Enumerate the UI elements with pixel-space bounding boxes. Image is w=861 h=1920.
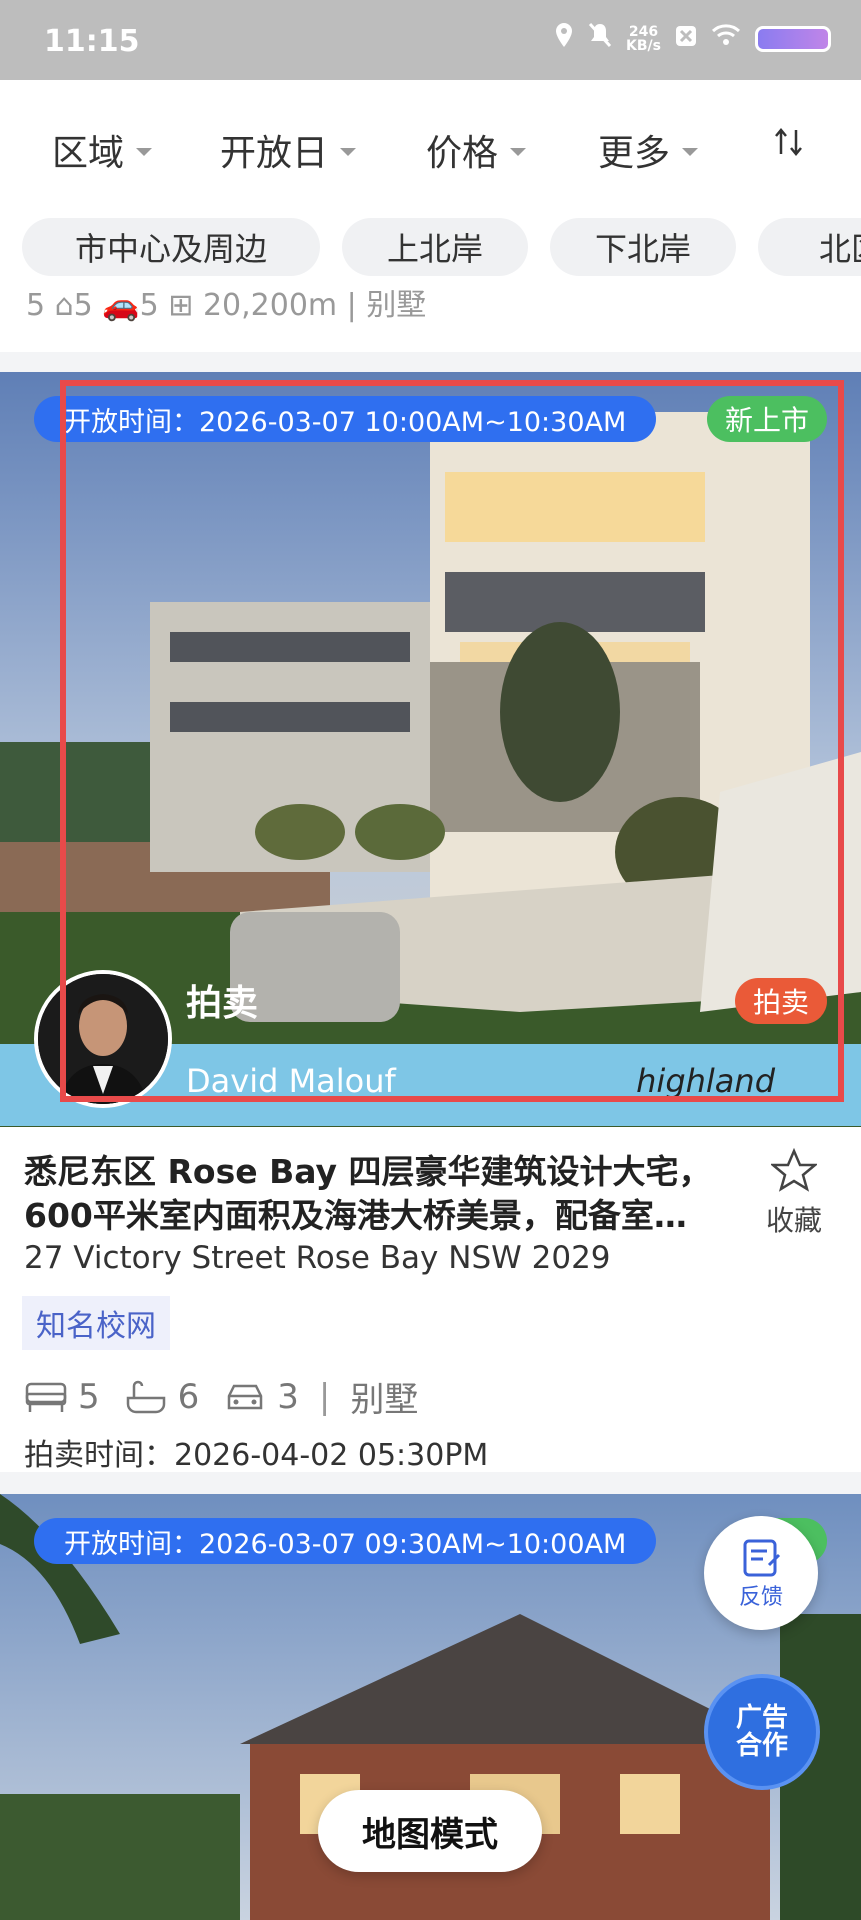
previous-card-partial: 5 ⌂5 🚗5 ⊞ 20,200m | 别墅 <box>0 290 861 352</box>
favorite-button[interactable]: 收藏 <box>749 1147 839 1239</box>
bath-icon <box>126 1380 165 1413</box>
filter-price[interactable]: 价格 <box>426 124 527 176</box>
chip-upper-north-shore[interactable]: 上北岸 <box>342 218 528 276</box>
status-time: 11:15 <box>44 24 140 59</box>
favorite-label: 收藏 <box>765 1204 822 1237</box>
selection-highlight <box>60 380 844 1102</box>
listing-card[interactable]: 开放时间：2026-03-07 10:00AM~10:30AM 新上市 拍卖 拍… <box>0 372 861 1473</box>
ad-label-line2: 合作 <box>735 1731 788 1761</box>
chip-north-district[interactable]: 北区 <box>758 218 861 276</box>
listing-title[interactable]: 悉尼东区 Rose Bay 四层豪华建筑设计大宅，600平米室内面积及海港大桥美… <box>24 1150 744 1238</box>
feedback-button[interactable]: 反馈 <box>704 1516 818 1630</box>
chevron-down-icon <box>510 148 527 156</box>
property-type: 别墅 <box>350 1380 419 1420</box>
filter-area-label: 区域 <box>52 133 125 174</box>
car-icon <box>228 1384 263 1409</box>
location-icon <box>554 22 574 55</box>
filter-bar: 区域 开放日 价格 更多 <box>0 80 861 200</box>
feedback-label: 反馈 <box>738 1585 783 1610</box>
filter-open-day[interactable]: 开放日 <box>220 124 357 176</box>
listing-features: 5 6 3 | 别墅 <box>24 1372 418 1421</box>
school-tag: 知名校网 <box>22 1296 170 1350</box>
listing-photo[interactable]: 开放时间：2026-03-07 10:00AM~10:30AM 新上市 拍卖 拍… <box>0 372 861 1127</box>
ad-partnership-button[interactable]: 广告 合作 <box>704 1674 820 1790</box>
sort-icon[interactable] <box>772 128 806 166</box>
bathroom-count: 6 <box>177 1376 200 1417</box>
bedroom-count: 5 <box>78 1376 100 1417</box>
filter-open-day-label: 开放日 <box>220 133 329 174</box>
app-notification-icon <box>675 24 697 54</box>
ad-label-line1: 广告 <box>735 1703 788 1733</box>
filter-area[interactable]: 区域 <box>52 124 153 176</box>
chip-lower-north-shore[interactable]: 下北岸 <box>550 218 736 276</box>
net-speed-value: 246 <box>628 23 659 40</box>
edit-note-icon <box>743 1539 781 1577</box>
star-icon <box>769 1147 819 1192</box>
map-mode-button[interactable]: 地图模式 <box>318 1790 542 1872</box>
region-chips: 市中心及周边 上北岸 下北岸 北区 <box>0 200 861 300</box>
status-icons: 246 KB/s <box>554 22 831 55</box>
wifi-icon <box>711 23 741 54</box>
filter-price-label: 价格 <box>426 133 499 174</box>
chevron-down-icon <box>136 148 153 156</box>
previous-card-features: 5 ⌂5 🚗5 ⊞ 20,200m | 别墅 <box>26 290 427 323</box>
net-speed: 246 KB/s <box>626 25 661 53</box>
filter-more[interactable]: 更多 <box>598 124 699 176</box>
battery-icon <box>755 25 831 52</box>
chevron-down-icon <box>340 148 357 156</box>
listing-address: 27 Victory Street Rose Bay NSW 2029 <box>24 1240 611 1276</box>
status-bar: 11:15 246 KB/s <box>0 0 861 80</box>
filter-more-label: 更多 <box>598 133 671 174</box>
chip-city[interactable]: 市中心及周边 <box>22 218 320 276</box>
chevron-down-icon <box>682 148 699 156</box>
auction-time: 拍卖时间：2026-04-02 05:30PM <box>24 1438 489 1473</box>
open-time-badge: 开放时间：2026-03-07 09:30AM~10:00AM <box>34 1518 657 1564</box>
bed-icon <box>25 1382 67 1412</box>
divider: | <box>318 1376 331 1417</box>
parking-count: 3 <box>277 1376 299 1417</box>
net-speed-unit: KB/s <box>626 37 661 54</box>
mute-icon <box>588 22 612 55</box>
